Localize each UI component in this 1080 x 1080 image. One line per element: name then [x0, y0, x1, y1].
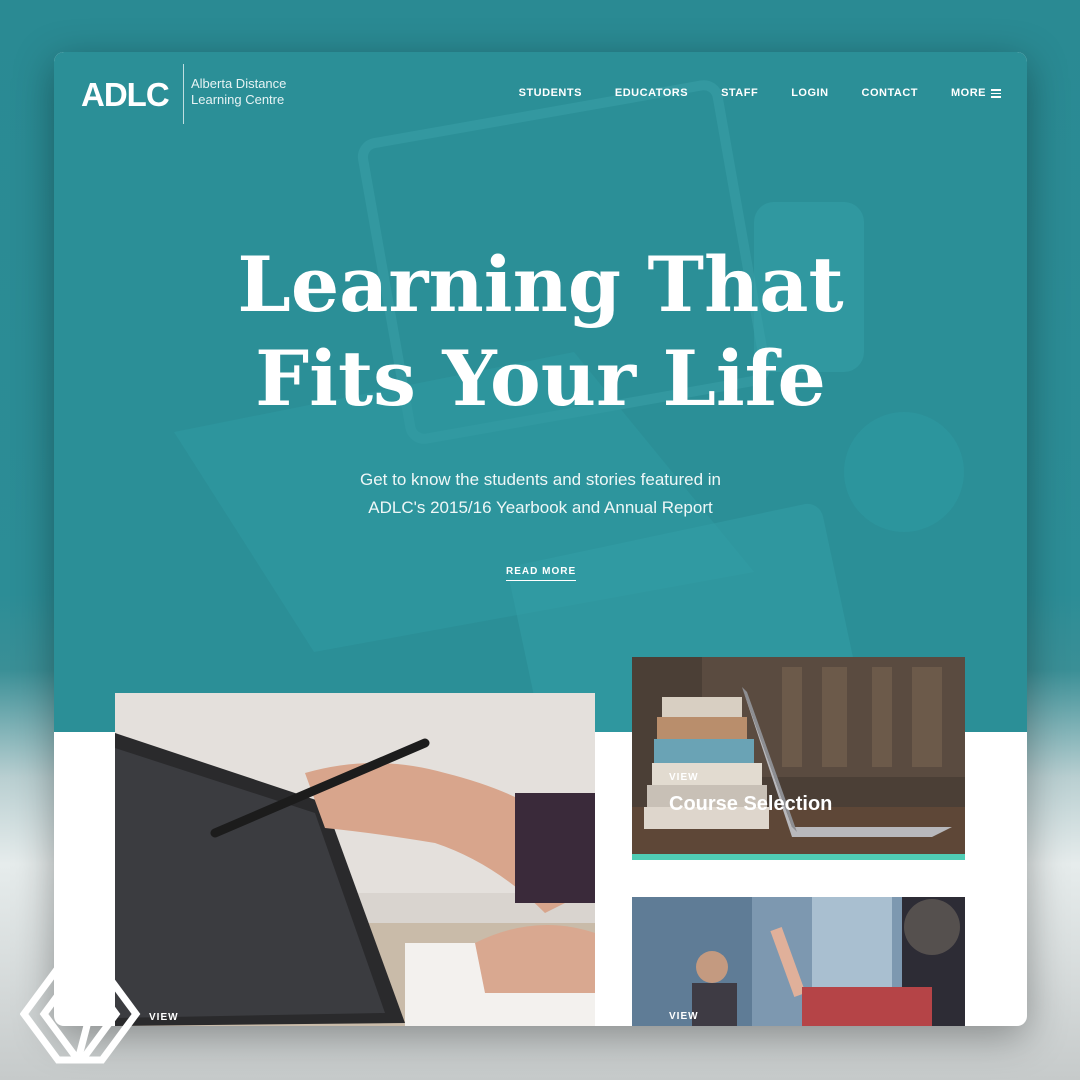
watermark-logo-icon — [20, 964, 141, 1064]
hero-headline: Learning That Fits Your Life — [54, 238, 1027, 426]
nav-item-staff[interactable]: STAFF — [721, 87, 758, 100]
course-card-view-label: VIEW — [669, 772, 699, 783]
books-laptop-photo — [632, 657, 965, 860]
hero-subtext-line2: ADLC's 2015/16 Yearbook and Annual Repor… — [368, 498, 713, 517]
logo-subtitle: Alberta Distance Learning Centre — [191, 76, 287, 107]
nav-item-students[interactable]: STUDENTS — [519, 87, 582, 100]
hero-headline-line1: Learning That — [237, 240, 844, 329]
feature-card-large[interactable]: VIEW — [115, 693, 595, 1026]
hero-headline-line2: Fits Your Life — [255, 334, 826, 423]
hero-subtext: Get to know the students and stories fea… — [54, 466, 1027, 522]
top-navigation: ADLC Alberta Distance Learning Centre ST… — [54, 52, 1027, 142]
classroom-card-view-label: VIEW — [669, 1011, 699, 1022]
hamburger-menu-icon — [991, 87, 1001, 100]
course-card-title: Course Selection — [669, 793, 833, 815]
read-more-link[interactable]: READ MORE — [506, 566, 577, 581]
nav-item-login[interactable]: LOGIN — [791, 87, 828, 100]
browser-frame: ADLC Alberta Distance Learning Centre ST… — [54, 52, 1027, 1026]
course-card-accent-bar — [632, 854, 965, 860]
logo-divider — [183, 64, 184, 124]
nav-item-more[interactable]: MORE — [951, 87, 1001, 100]
hero-section: ADLC Alberta Distance Learning Centre ST… — [54, 52, 1027, 732]
hero-subtext-line1: Get to know the students and stories fea… — [360, 470, 721, 489]
nav-links: STUDENTS EDUCATORS STAFF LOGIN CONTACT M… — [486, 87, 1001, 100]
classroom-card[interactable]: VIEW — [632, 897, 965, 1026]
course-selection-card[interactable]: VIEW Course Selection — [632, 657, 965, 860]
nav-item-contact[interactable]: CONTACT — [862, 87, 918, 100]
classroom-photo — [632, 897, 965, 1026]
tablet-stylus-photo — [115, 693, 595, 1026]
nav-item-educators[interactable]: EDUCATORS — [615, 87, 688, 100]
nav-more-label: MORE — [951, 87, 986, 100]
logo[interactable]: ADLC — [81, 76, 170, 114]
